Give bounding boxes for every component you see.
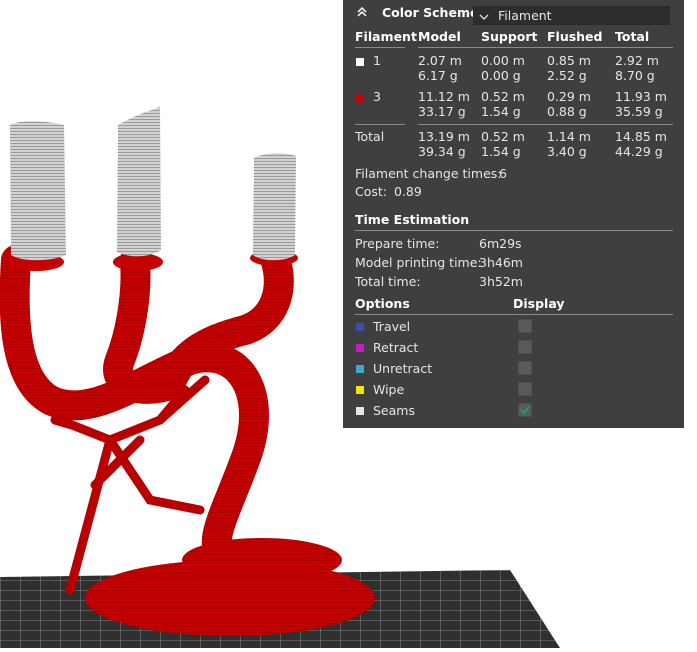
col-total: Total bbox=[615, 29, 650, 44]
collapse-icon[interactable] bbox=[356, 6, 368, 21]
checkmark-icon bbox=[520, 406, 530, 415]
color-scheme-value: Filament bbox=[498, 8, 552, 23]
printing-time-label: Model printing time: bbox=[355, 255, 482, 270]
wipe-checkbox[interactable] bbox=[518, 382, 532, 396]
unretract-swatch bbox=[356, 365, 364, 373]
travel-checkbox[interactable] bbox=[518, 319, 532, 333]
options-heading: Options bbox=[355, 296, 410, 311]
unretract-checkbox[interactable] bbox=[518, 361, 532, 375]
total-time-label: Total time: bbox=[355, 274, 421, 289]
model-middle-top bbox=[117, 107, 161, 257]
col-flushed: Flushed bbox=[547, 29, 603, 44]
cost-label: Cost: bbox=[355, 184, 388, 199]
model-left-top bbox=[10, 121, 66, 261]
filament-change-value: 6 bbox=[499, 166, 507, 181]
retract-checkbox[interactable] bbox=[518, 340, 532, 354]
time-estimation-heading: Time Estimation bbox=[355, 212, 470, 227]
color-scheme-title: Color Scheme bbox=[382, 5, 479, 20]
filament-id: 1 bbox=[373, 53, 381, 68]
display-heading: Display bbox=[513, 296, 565, 311]
cost-value: 0.89 bbox=[394, 184, 422, 199]
model-right-top bbox=[253, 153, 296, 261]
option-label: Travel bbox=[373, 319, 411, 334]
filament-id: 3 bbox=[373, 89, 381, 104]
filament-3-swatch bbox=[355, 94, 364, 103]
option-label: Retract bbox=[373, 340, 419, 355]
col-model: Model bbox=[418, 29, 461, 44]
printing-time-value: 3h46m bbox=[479, 255, 523, 270]
chevron-down-icon bbox=[479, 10, 489, 25]
seams-checkbox[interactable] bbox=[518, 403, 532, 417]
col-support: Support bbox=[481, 29, 538, 44]
option-label: Wipe bbox=[373, 382, 405, 397]
wipe-swatch bbox=[356, 386, 364, 394]
prepare-time-value: 6m29s bbox=[479, 236, 522, 251]
total-label: Total bbox=[355, 129, 385, 144]
filament-1-swatch bbox=[356, 58, 364, 66]
total-time-value: 3h52m bbox=[479, 274, 523, 289]
legend-panel: Color Scheme Filament Filament Model Sup… bbox=[343, 0, 684, 428]
travel-swatch bbox=[356, 323, 364, 331]
filament-change-label: Filament change times: bbox=[355, 166, 502, 181]
option-label: Seams bbox=[373, 403, 415, 418]
prepare-time-label: Prepare time: bbox=[355, 236, 440, 251]
retract-swatch bbox=[356, 344, 364, 352]
option-label: Unretract bbox=[373, 361, 433, 376]
color-scheme-select[interactable]: Filament bbox=[473, 6, 670, 25]
seams-swatch bbox=[356, 407, 364, 415]
col-filament: Filament bbox=[355, 29, 417, 44]
